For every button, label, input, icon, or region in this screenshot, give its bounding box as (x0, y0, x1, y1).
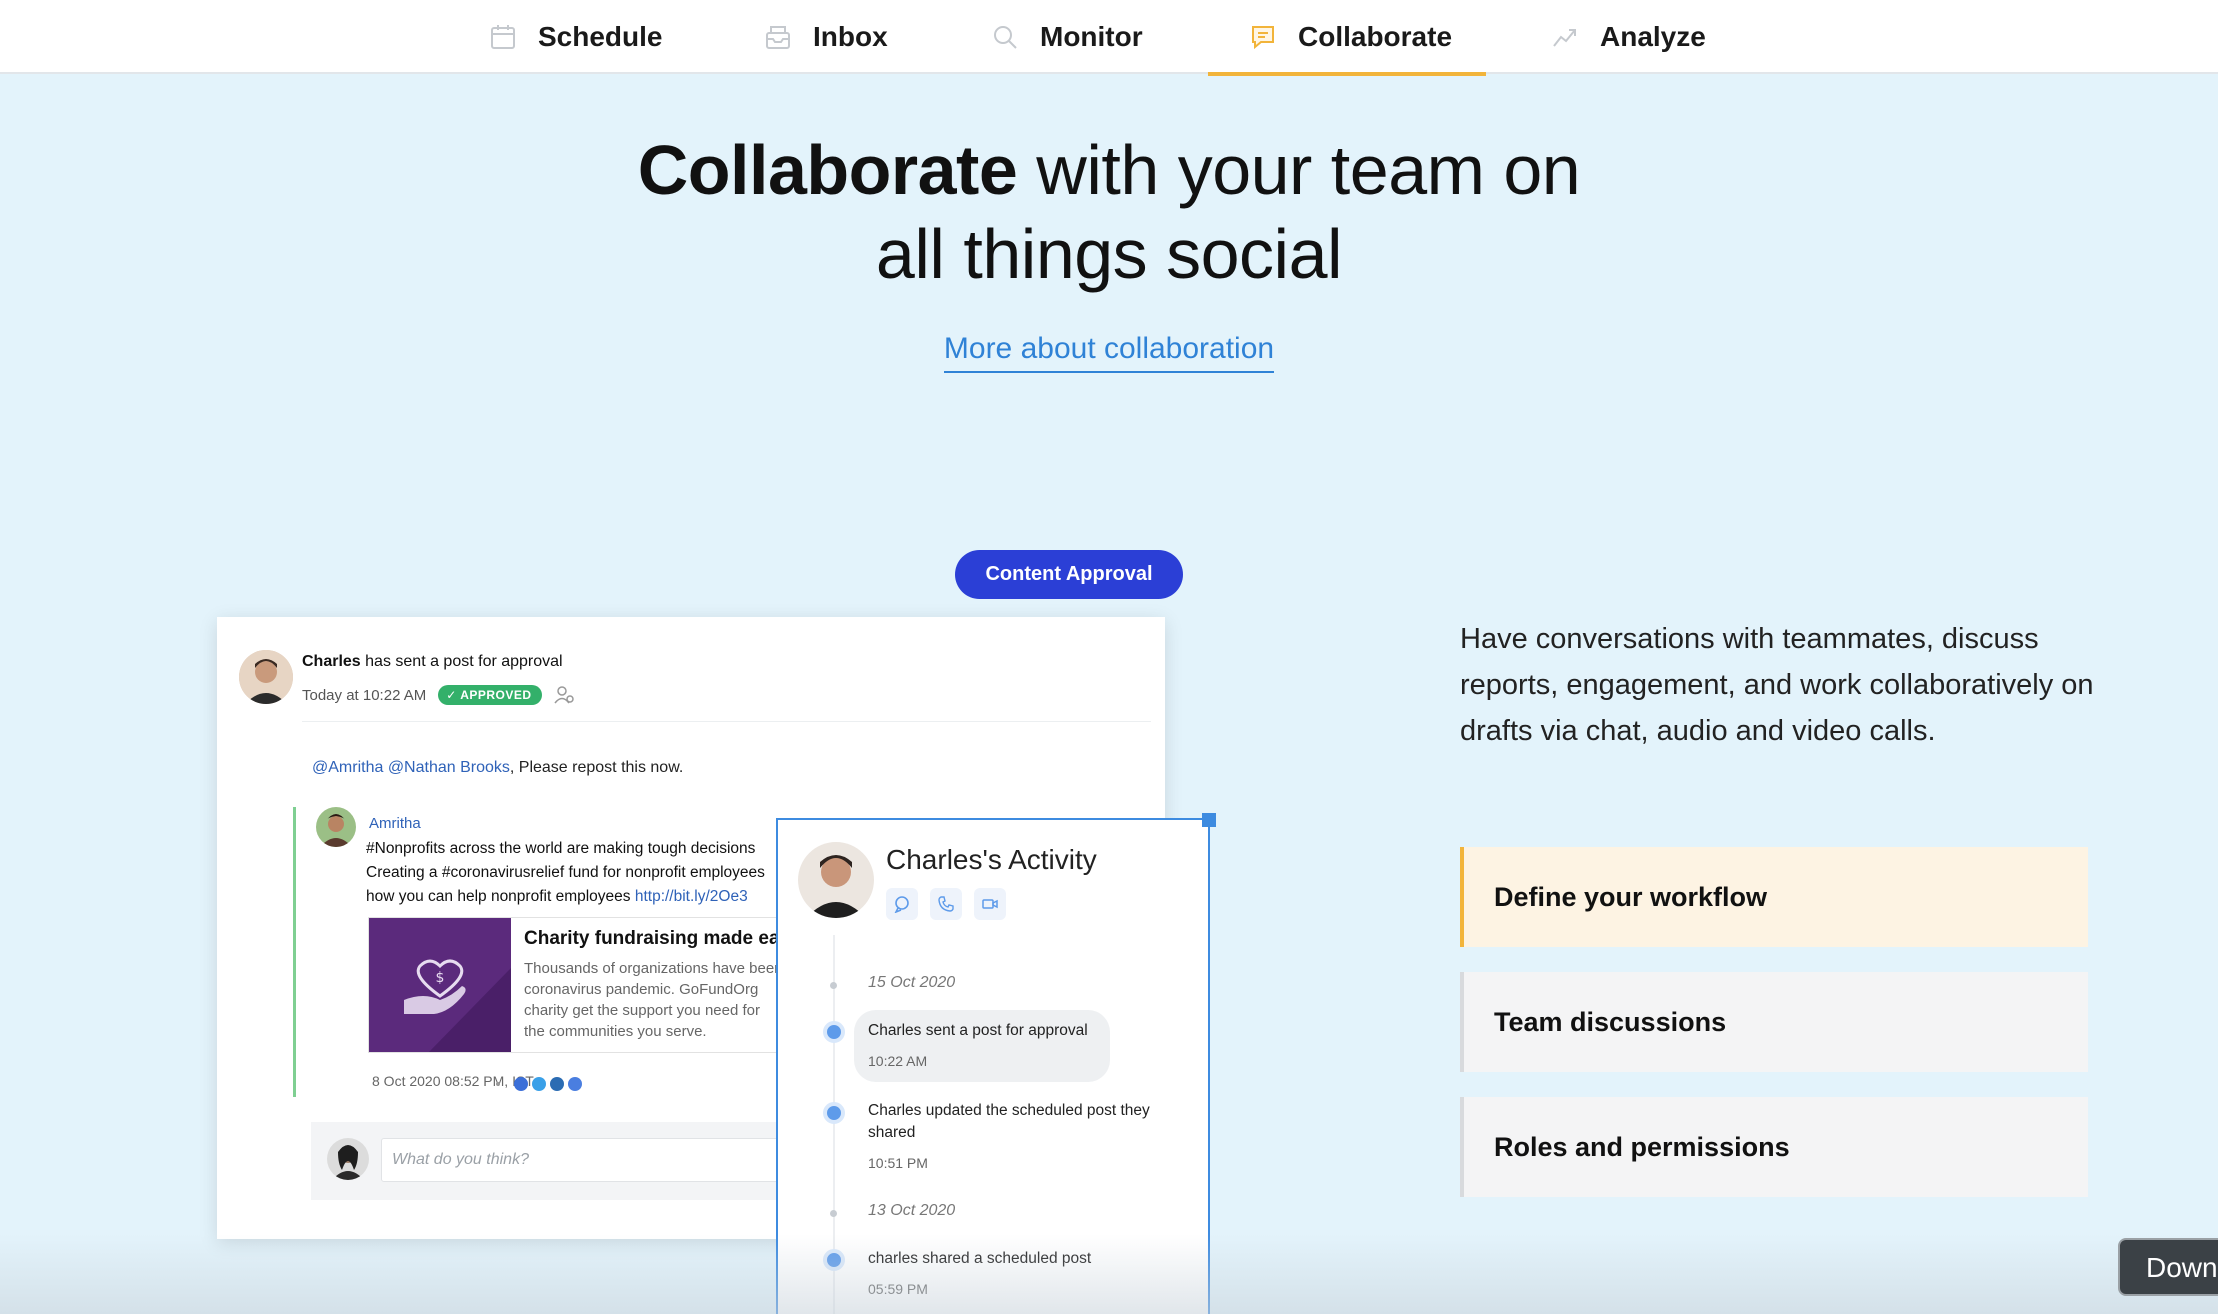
approval-message: @Amritha @Nathan Brooks, Please repost t… (312, 759, 683, 777)
tab-analyze[interactable]: Analyze (1548, 0, 1706, 74)
short-link[interactable]: http://bit.ly/2Oe3 (635, 888, 748, 905)
quoted-line-2: Creating a #coronavirusrelief fund for n… (366, 864, 765, 881)
timeline-date-dot (830, 982, 837, 989)
timeline-item-time: 10:51 PM (868, 1155, 928, 1171)
approvers-icon[interactable] (553, 685, 574, 705)
title-rest: with your team on (1017, 131, 1581, 209)
timeline-date-dot (830, 1210, 837, 1217)
charles-activity-avatar (798, 842, 874, 918)
author-name: Charles (302, 653, 361, 670)
svg-text:$: $ (436, 970, 445, 986)
feature-roles-permissions[interactable]: Roles and permissions (1460, 1097, 2088, 1197)
content-approval-pill[interactable]: Content Approval (955, 550, 1183, 599)
page-title: Collaborate with your team on all things… (0, 128, 2218, 296)
timeline-dot (823, 1021, 845, 1043)
feature-team-discussions[interactable]: Team discussions (1460, 972, 2088, 1072)
commenter-avatar (327, 1138, 369, 1180)
activity-title: Charles's Activity (886, 844, 1097, 875)
timeline-dot (823, 1102, 845, 1124)
amritha-avatar (316, 807, 356, 847)
preview-title: Charity fundraising made easy. (524, 928, 805, 949)
search-icon (988, 20, 1022, 54)
quoted-text: #Nonprofits across the world are making … (366, 837, 806, 909)
video-icon[interactable] (974, 888, 1006, 920)
post-meta: Today at 10:22 AM ✓ APPROVED (302, 685, 574, 705)
timeline-date: 15 Oct 2020 (868, 974, 956, 991)
chat-icon (1246, 20, 1280, 54)
google-icon (568, 1077, 582, 1091)
author-action: has sent a post for approval (365, 653, 563, 670)
resize-handle[interactable] (1202, 813, 1216, 827)
timeline-item-time: 10:22 AM (868, 1053, 928, 1069)
tab-label: Schedule (538, 21, 663, 52)
activity-panel: Charles's Activity 15 Oct 2020 Charles s… (776, 818, 1210, 1314)
link-preview[interactable]: $ Charity fundraising made easy. Thousan… (368, 917, 808, 1053)
quoted-line-3: how you can help nonprofit employees htt… (366, 888, 748, 905)
tab-label: Collaborate (1298, 21, 1453, 52)
trend-icon (1548, 20, 1582, 54)
post-time: Today at 10:22 AM (302, 686, 427, 704)
separator-dot (496, 1082, 500, 1086)
linkedin-icon (550, 1077, 564, 1091)
twitter-icon (532, 1077, 546, 1091)
title-bold: Collaborate (637, 131, 1018, 209)
charles-avatar (239, 650, 293, 704)
approved-badge: ✓ APPROVED (438, 685, 542, 705)
feature-define-workflow[interactable]: Define your workflow (1460, 847, 2088, 947)
hero-link-wrap: More about collaboration (0, 332, 2218, 373)
timeline-item-time: 05:59 PM (868, 1281, 928, 1297)
timeline-item[interactable]: charles shared a scheduled post 05:59 PM (854, 1238, 1184, 1310)
title-line2: all things social (875, 215, 1343, 293)
activity-actions (886, 888, 1006, 920)
timeline-date: 13 Oct 2020 (868, 1202, 956, 1219)
tab-collaborate[interactable]: Collaborate (1207, 0, 1487, 76)
tab-label: Monitor (1040, 21, 1143, 52)
social-icons (496, 1077, 582, 1091)
quoted-line-1: #Nonprofits across the world are making … (366, 840, 756, 857)
top-nav: Schedule Inbox Monitor Collaborate Analy… (0, 0, 2218, 76)
timeline-item-text: Charles updated the scheduled post they … (868, 1102, 1150, 1141)
tab-schedule[interactable]: Schedule (486, 0, 662, 74)
tab-inbox[interactable]: Inbox (761, 0, 888, 74)
download-button[interactable]: Down (2118, 1238, 2218, 1296)
tab-label: Analyze (1600, 21, 1706, 52)
timeline-item-text: charles shared a scheduled post (868, 1250, 1092, 1267)
post-header: Charles has sent a post for approval (302, 653, 563, 671)
preview-description: Thousands of organizations have been cor… (524, 960, 783, 1040)
timeline-item-text: Charles sent a post for approval (868, 1022, 1088, 1039)
calendar-icon (486, 20, 520, 54)
divider (302, 721, 1151, 722)
mentions[interactable]: @Amritha @Nathan Brooks (312, 759, 510, 776)
charity-image: $ (369, 918, 511, 1052)
inbox-icon (761, 20, 795, 54)
facebook-icon (514, 1077, 528, 1091)
more-about-collaboration-link[interactable]: More about collaboration (943, 332, 1275, 373)
chat-action-icon[interactable] (886, 888, 918, 920)
timeline-dot (823, 1249, 845, 1271)
quoted-author[interactable]: Amritha (369, 815, 421, 832)
phone-icon[interactable] (930, 888, 962, 920)
timeline-item[interactable]: Charles updated the scheduled post they … (854, 1090, 1184, 1184)
tab-label: Inbox (813, 21, 888, 52)
tab-monitor[interactable]: Monitor (988, 0, 1143, 74)
message-text: , Please repost this now. (509, 759, 684, 776)
feature-description: Have conversations with teammates, discu… (1460, 623, 2094, 747)
timeline-item[interactable]: Charles sent a post for approval 10:22 A… (854, 1010, 1110, 1082)
